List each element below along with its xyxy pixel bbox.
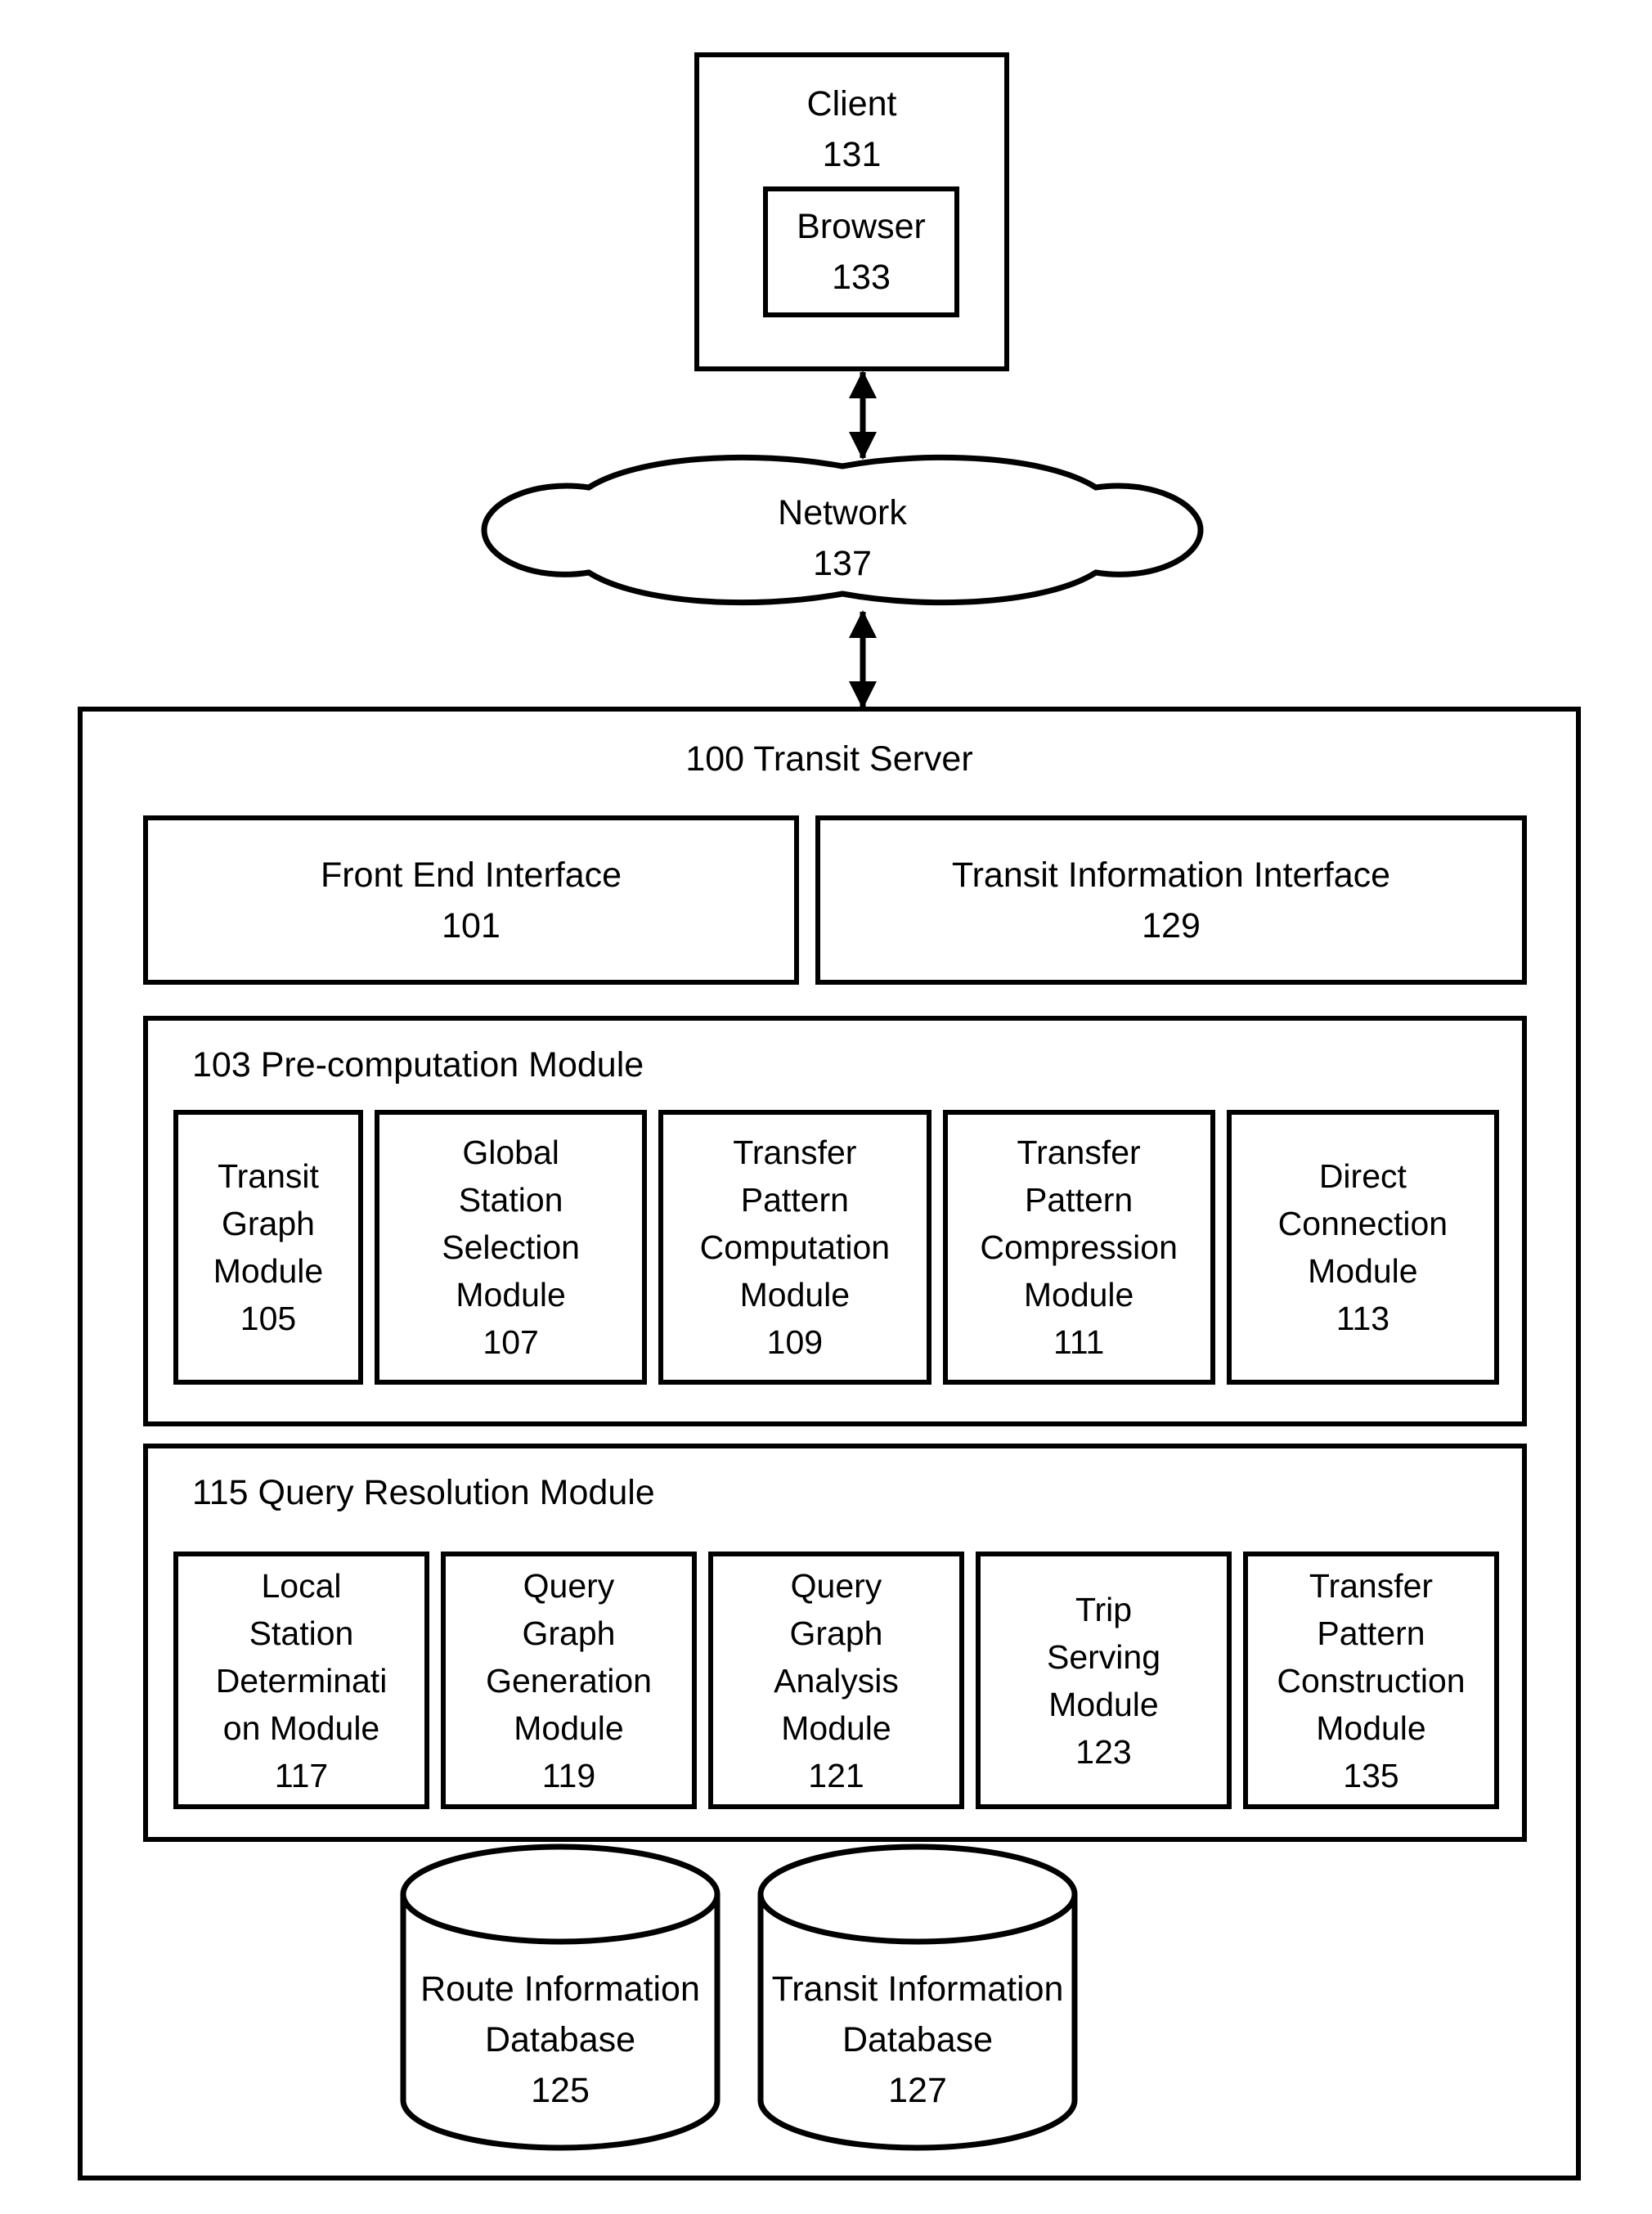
transit-information-interface-label: Transit Information Interface 129 bbox=[951, 855, 1391, 945]
transit-graph-module-box: Transit Graph Module 105 bbox=[173, 1110, 363, 1385]
network-label: Network 137 bbox=[778, 493, 907, 583]
front-end-interface-box: Front End Interface 101 bbox=[143, 815, 799, 985]
client-box: Client 131 Browser 133 bbox=[694, 52, 1009, 371]
transfer-pattern-computation-module-box: Transfer Pattern Computation Module 109 bbox=[658, 1110, 931, 1385]
route-information-database-label: Route Information Database 125 bbox=[420, 1969, 700, 2110]
query-resolution-module-row: Local Station Determinati on Module 117 … bbox=[173, 1552, 1499, 1809]
network-server-arrow-icon bbox=[849, 610, 877, 709]
trip-serving-module-box: Trip Serving Module 123 bbox=[976, 1552, 1232, 1809]
browser-label: Browser 133 bbox=[797, 207, 926, 297]
transit-information-interface-box: Transit Information Interface 129 bbox=[815, 815, 1527, 985]
transit-information-database-label: Transit Information Database 127 bbox=[771, 1969, 1064, 2110]
query-graph-generation-module-box: Query Graph Generation Module 119 bbox=[441, 1552, 697, 1809]
transfer-pattern-construction-module-box: Transfer Pattern Construction Module 135 bbox=[1243, 1552, 1499, 1809]
client-network-arrow-icon bbox=[849, 370, 877, 460]
browser-box: Browser 133 bbox=[763, 186, 959, 317]
precomputation-module-row: Transit Graph Module 105 Global Station … bbox=[173, 1110, 1499, 1385]
query-graph-analysis-module-box: Query Graph Analysis Module 121 bbox=[708, 1552, 964, 1809]
network-cloud: Network 137 bbox=[474, 448, 1210, 612]
front-end-interface-label: Front End Interface 101 bbox=[320, 855, 622, 945]
local-station-determination-module-box: Local Station Determinati on Module 117 bbox=[173, 1552, 429, 1809]
direct-connection-module-box: Direct Connection Module 113 bbox=[1226, 1110, 1499, 1385]
route-information-database: Route Information Database 125 bbox=[399, 1843, 721, 2152]
transit-server-title: 100 Transit Server bbox=[685, 739, 973, 779]
transfer-pattern-compression-module-box: Transfer Pattern Compression Module 111 bbox=[942, 1110, 1215, 1385]
global-station-selection-module-box: Global Station Selection Module 107 bbox=[375, 1110, 648, 1385]
client-label: Client 131 bbox=[806, 84, 897, 174]
transit-information-database: Transit Information Database 127 bbox=[756, 1843, 1079, 2152]
precomputation-module-container: 103 Pre-computation Module Transit Graph… bbox=[143, 1016, 1527, 1426]
query-resolution-module-container: 115 Query Resolution Module Local Statio… bbox=[143, 1444, 1527, 1842]
query-resolution-module-title: 115 Query Resolution Module bbox=[192, 1473, 655, 1512]
precomputation-module-title: 103 Pre-computation Module bbox=[192, 1045, 644, 1085]
